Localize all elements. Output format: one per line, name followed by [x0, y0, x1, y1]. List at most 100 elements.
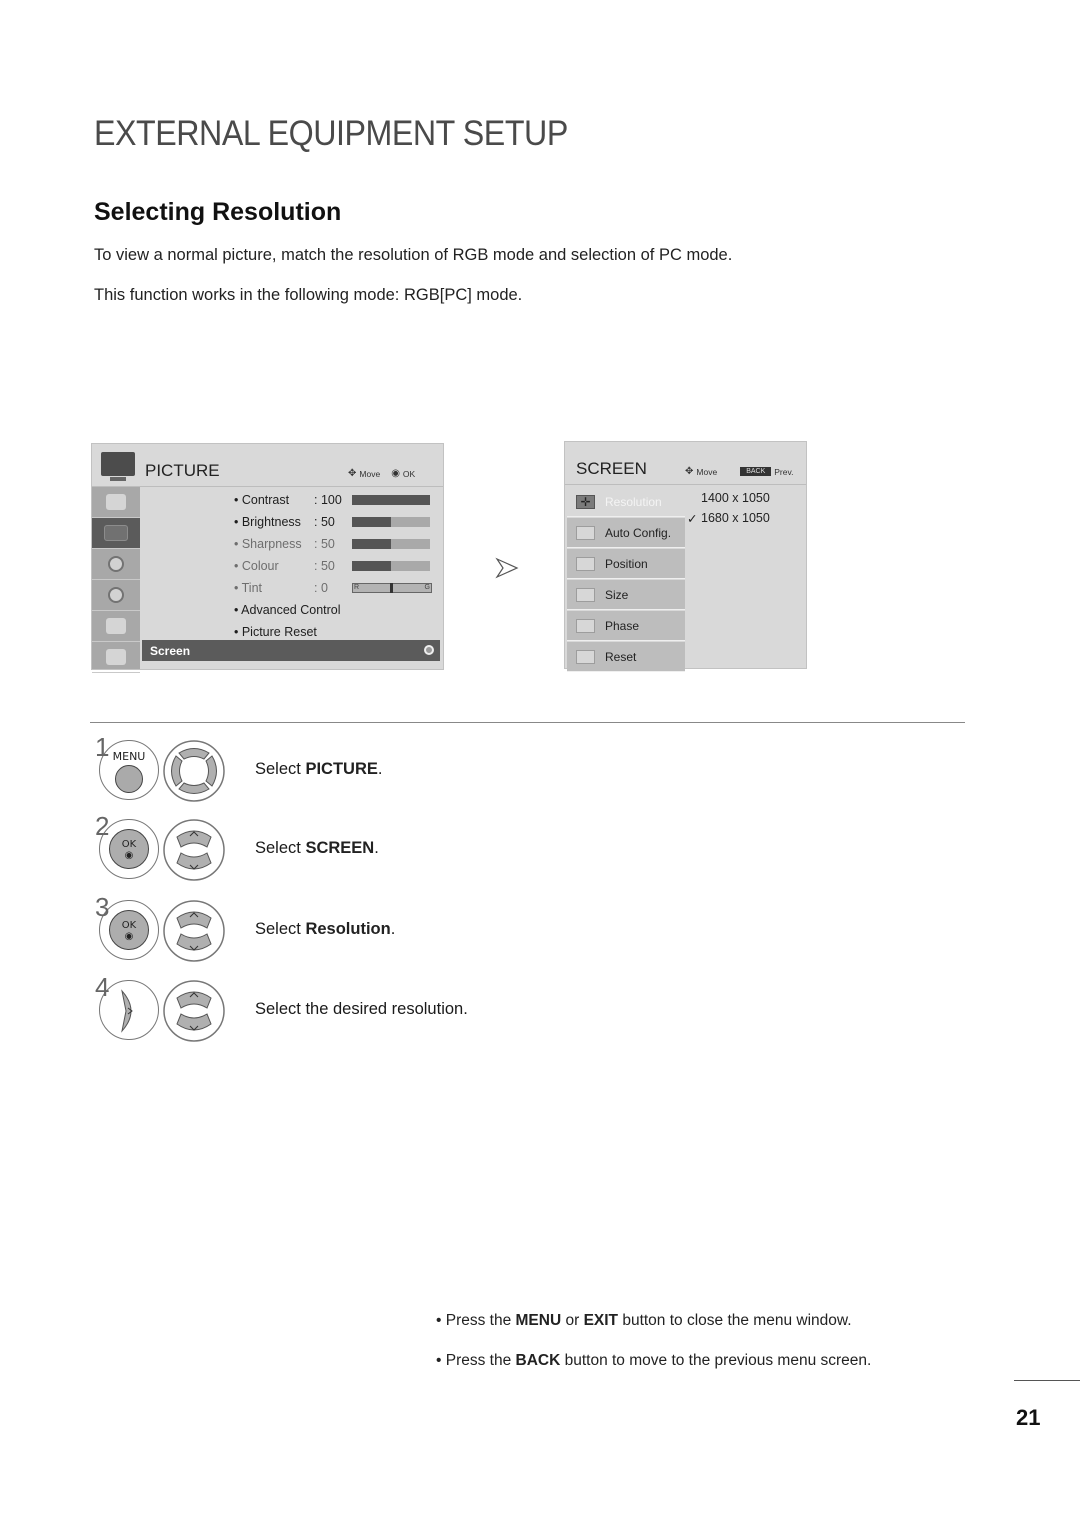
ok-label: OK — [121, 839, 137, 850]
item-value: : 100 — [314, 493, 342, 507]
up-down-arrows-icon — [163, 980, 225, 1042]
reset-icon — [576, 649, 595, 664]
screen-menu-title: SCREEN — [576, 459, 647, 478]
screen-item-label: Position — [605, 556, 648, 571]
sidebar-item-audio[interactable] — [92, 549, 140, 580]
up-down-nav-button[interactable] — [163, 980, 225, 1042]
screen-item-reset[interactable]: Reset — [567, 642, 685, 672]
exit-key: EXIT — [583, 1312, 619, 1329]
picture-item-brightness[interactable]: • Brightness: 50 — [234, 513, 430, 531]
sidebar-item-time[interactable] — [92, 580, 140, 611]
hint-prev: Prev. — [774, 466, 794, 477]
picture-item-sharpness[interactable]: • Sharpness : 50 — [234, 535, 430, 553]
picture-menu-header: PICTURE ✥ Move ◉ OK — [92, 444, 443, 486]
mode-note: This function works in the following mod… — [94, 286, 523, 304]
item-label: • Picture Reset — [234, 625, 317, 639]
resolution-icon: ✛ — [576, 494, 595, 509]
up-down-nav-button[interactable] — [163, 900, 225, 962]
sidebar-item-picture[interactable] — [92, 518, 140, 549]
item-label: • Tint — [234, 581, 262, 595]
item-value: : 0 — [314, 581, 328, 595]
resolution-option[interactable]: 1400 x 1050 — [701, 491, 770, 505]
item-label: • Sharpness — [234, 537, 302, 551]
step-instruction: Select PICTURE. — [255, 760, 383, 778]
section-divider — [90, 722, 965, 723]
picture-item-advanced-control[interactable]: • Advanced Control — [234, 601, 341, 619]
resolution-label: 1680 x 1050 — [701, 511, 770, 525]
picture-item-picture-reset[interactable]: • Picture Reset — [234, 623, 317, 641]
tint-slider[interactable]: RG — [352, 583, 432, 593]
up-down-arrows-icon — [163, 819, 225, 881]
tint-g-label: G — [424, 584, 430, 591]
resolution-option[interactable]: ✓ 1680 x 1050 — [687, 511, 770, 526]
level-bar[interactable] — [352, 539, 430, 549]
screen-item-position[interactable]: Position — [567, 549, 685, 579]
picture-menu-hints: ✥ Move ◉ OK — [348, 468, 415, 479]
item-value: : 50 — [314, 559, 335, 573]
four-way-nav-button[interactable] — [163, 740, 225, 802]
picture-item-screen[interactable]: Screen — [142, 640, 440, 661]
screen-item-auto-config[interactable]: Auto Config. — [567, 518, 685, 548]
level-bar[interactable] — [352, 517, 430, 527]
option-icon — [106, 618, 126, 634]
phase-icon — [576, 618, 595, 633]
section-title: Selecting Resolution — [94, 198, 342, 226]
hint-move: Move — [696, 466, 718, 477]
ok-key-icon: OK ◉ — [109, 910, 149, 950]
time-icon — [108, 587, 124, 603]
ok-dot-icon: ◉ — [391, 468, 400, 479]
picture-settings-list: Screen • Contrast : 100 • Brightness: 50 • … — [140, 487, 443, 669]
step-number: 3 — [95, 892, 110, 922]
screen-item-resolution[interactable]: ✛ Resolution — [567, 487, 685, 517]
step-instruction: Select the desired resolution. — [255, 1000, 468, 1018]
sidebar-item-lock[interactable] — [92, 642, 140, 673]
ok-key-icon: OK ◉ — [109, 829, 149, 869]
menu-key: MENU — [515, 1312, 562, 1329]
page-number: 21 — [1016, 1405, 1041, 1430]
sidebar-item-picture-wizard[interactable] — [92, 487, 140, 518]
enter-icon — [424, 645, 434, 655]
level-bar[interactable] — [352, 561, 430, 571]
step-number: 2 — [95, 811, 110, 841]
picture-item-tint[interactable]: • Tint : 0 RG — [234, 579, 432, 597]
next-arrow-icon — [495, 557, 519, 579]
tint-knob[interactable] — [390, 583, 393, 593]
step-4: 4 Select the desired resolution. — [95, 972, 495, 1050]
back-key: BACK — [515, 1352, 561, 1369]
level-bar[interactable] — [352, 495, 430, 505]
item-label: • Contrast — [234, 493, 290, 507]
picture-menu-sidebar — [92, 487, 140, 673]
step-instruction: Select Resolution. — [255, 920, 396, 938]
resolution-label: 1400 x 1050 — [701, 491, 770, 505]
move-arrows-icon: ✥ — [685, 466, 694, 477]
hint-move: Move — [359, 468, 381, 479]
level-fill — [352, 539, 391, 549]
step-number: 1 — [95, 732, 110, 762]
level-fill — [352, 517, 391, 527]
level-fill — [352, 495, 430, 505]
sidebar-item-option[interactable] — [92, 611, 140, 642]
step-3: OK ◉ 3 Select Resolution. — [95, 892, 495, 970]
tv-icon — [101, 452, 135, 481]
up-down-arrows-icon — [163, 900, 225, 962]
move-arrows-icon: ✥ — [348, 468, 357, 479]
picture-item-contrast[interactable]: • Contrast : 100 — [234, 491, 430, 509]
step-instruction: Select SCREEN. — [255, 839, 379, 857]
note-close-menu: • Press the MENU or EXIT button to close… — [436, 1312, 852, 1329]
item-value: : 50 — [314, 537, 335, 551]
up-down-nav-button[interactable] — [163, 819, 225, 881]
picture-item-colour[interactable]: • Colour: 50 — [234, 557, 430, 575]
level-fill — [352, 561, 391, 571]
tv-picture-icon — [104, 525, 128, 541]
item-value: : 50 — [314, 515, 335, 529]
menu-key-icon — [115, 765, 143, 793]
size-icon — [576, 587, 595, 602]
auto-config-icon — [576, 525, 595, 540]
screen-label: Screen — [150, 643, 191, 658]
screen-item-size[interactable]: Size — [567, 580, 685, 610]
four-way-arrows-icon — [163, 740, 225, 802]
intro-text: To view a normal picture, match the reso… — [94, 246, 733, 264]
page-title: EXTERNAL EQUIPMENT SETUP — [94, 114, 568, 153]
screen-item-phase[interactable]: Phase — [567, 611, 685, 641]
ok-label: OK — [121, 920, 137, 931]
